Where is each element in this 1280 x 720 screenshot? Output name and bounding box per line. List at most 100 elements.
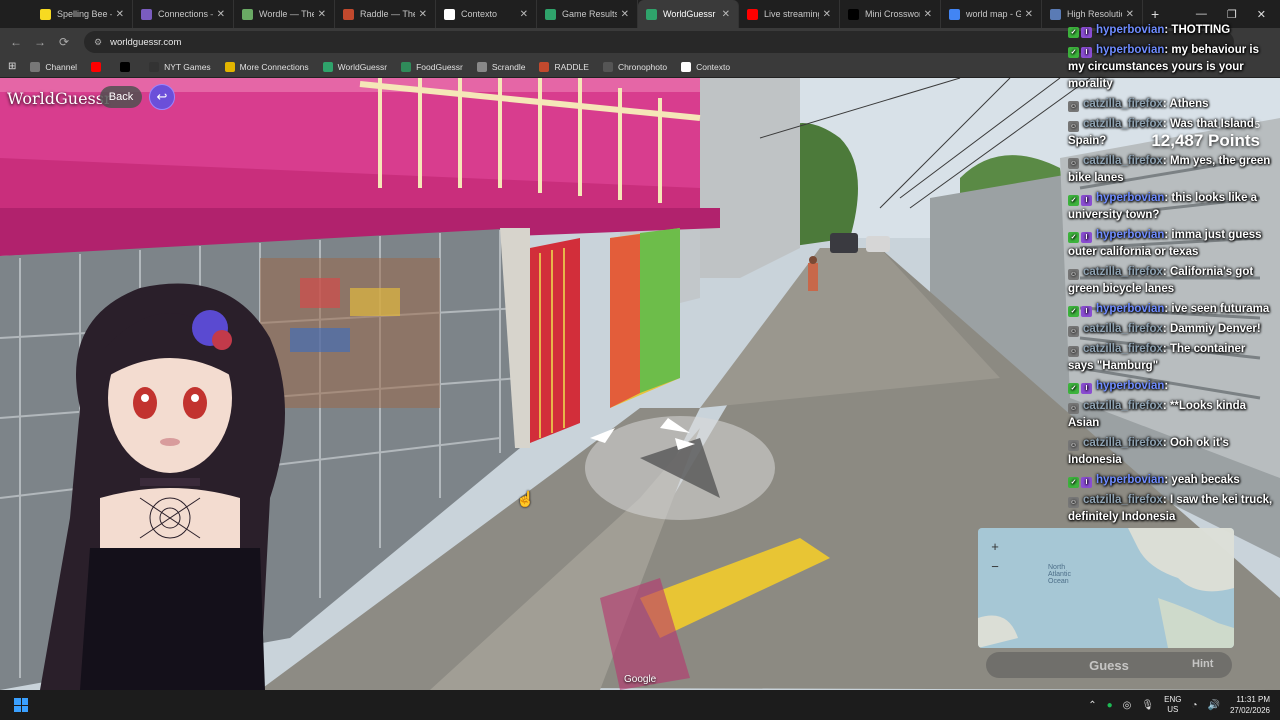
tab-close-icon[interactable]: ✕ <box>318 9 326 20</box>
new-tab-button[interactable]: + <box>1151 6 1159 22</box>
chat-separator: : <box>1162 98 1170 110</box>
chat-username[interactable]: catzilla_firefox <box>1083 494 1163 506</box>
chat-username[interactable]: hyperbovian <box>1096 303 1164 315</box>
taskbar: ⌃ ● ◎ 🎙 ENG US ◔ 🔊 11:31 PM 27/02/2026 <box>0 690 1280 720</box>
bookmark-item[interactable]: Channel <box>30 61 77 72</box>
chat-message: ☺ catzilla_firefox: Athens <box>1068 96 1274 113</box>
tab-close-icon[interactable]: ✕ <box>217 9 225 20</box>
chat-separator: : <box>1162 155 1170 167</box>
worldguessr-logo[interactable]: WorldGuessr <box>7 89 112 108</box>
chat-username[interactable]: catzilla_firefox <box>1083 98 1163 110</box>
site-info-icon[interactable]: ⚙ <box>94 37 102 48</box>
steam-icon[interactable]: ◎ <box>1123 700 1132 711</box>
chat-separator: : <box>1162 437 1170 449</box>
bookmark-item[interactable]: Scrandle <box>476 61 525 72</box>
chat-username[interactable]: catzilla_firefox <box>1083 400 1163 412</box>
chevron-up-icon[interactable]: ⌃ <box>1088 700 1096 711</box>
stream-chat-overlay: ✓ Ihyperbovian: THOTTING ✓ Ihyperbovian: my… <box>1068 22 1274 529</box>
tab-close-icon[interactable]: ✕ <box>419 9 427 20</box>
browser-tab[interactable]: world map - G ✕ <box>941 0 1042 28</box>
chat-message: ☺ catzilla_firefox: **Looks kinda Asian <box>1068 398 1274 432</box>
tab-close-icon[interactable]: ✕ <box>621 9 629 20</box>
hint-button[interactable]: Hint <box>1192 658 1213 670</box>
tab-close-icon[interactable]: ✕ <box>1025 9 1033 20</box>
tab-close-icon[interactable]: ✕ <box>1126 9 1134 20</box>
forward-nav-button[interactable]: → <box>28 35 52 49</box>
chat-username[interactable]: catzilla_firefox <box>1083 323 1163 335</box>
browser-tab[interactable]: Raddle — The ✕ <box>335 0 436 28</box>
bookmark-item[interactable]: RADDLE <box>539 61 589 72</box>
wordle-icon <box>242 8 253 20</box>
browser-tab[interactable]: Mini Crossword ✕ <box>840 0 941 28</box>
chat-message: ☺ catzilla_firefox: Was that Island Spain… <box>1068 116 1274 150</box>
browser-tab[interactable]: Game Results ✕ <box>537 0 638 28</box>
youtube-icon <box>91 61 102 72</box>
browser-tab[interactable]: Contexto ✕ <box>436 0 537 28</box>
chat-username[interactable]: hyperbovian <box>1096 192 1164 204</box>
close-window-button[interactable]: ✕ <box>1257 8 1266 21</box>
wifi-icon[interactable]: ◔ <box>1191 700 1197 711</box>
foodguessr-icon <box>401 61 412 72</box>
contexto-icon <box>681 61 692 72</box>
bookmark-item[interactable]: Contexto <box>681 61 730 72</box>
bookmark-item[interactable]: FoodGuessr <box>401 61 463 72</box>
chat-username[interactable]: catzilla_firefox <box>1083 266 1163 278</box>
spotify-icon[interactable]: ● <box>1107 700 1113 711</box>
chat-username[interactable]: hyperbovian <box>1096 24 1164 36</box>
apps-icon[interactable]: ⊞ <box>8 61 16 72</box>
maximize-button[interactable]: ❐ <box>1227 8 1237 21</box>
browser-tab[interactable]: Wordle — The ✕ <box>234 0 335 28</box>
browser-tab[interactable]: Connections — ✕ <box>133 0 234 28</box>
return-to-start-button[interactable]: ↩ <box>149 84 175 110</box>
chat-message: ☺ catzilla_firefox: Dammiy Denver! <box>1068 321 1274 338</box>
page-icon <box>1050 8 1061 20</box>
chat-username[interactable]: hyperbovian <box>1096 229 1164 241</box>
chat-username[interactable]: hyperbovian <box>1096 44 1164 56</box>
lang-code: ENG <box>1164 695 1182 704</box>
chat-username[interactable]: catzilla_firefox <box>1083 155 1163 167</box>
back-button[interactable]: Back <box>100 86 142 108</box>
chat-username[interactable]: hyperbovian <box>1096 474 1164 486</box>
bookmark-item[interactable]: More Connections <box>224 61 309 72</box>
microphone-icon[interactable]: 🎙 <box>1141 700 1154 711</box>
guess-minimap[interactable]: North Atlantic Ocean <box>978 528 1234 648</box>
browser-tab[interactable]: Live streaming ✕ <box>739 0 840 28</box>
tab-close-icon[interactable]: ✕ <box>116 9 124 20</box>
tab-close-icon[interactable]: ✕ <box>924 9 932 20</box>
mod-badge-icon: ☺ <box>1068 121 1079 132</box>
browser-tab[interactable]: Spelling Bee — ✕ <box>32 0 133 28</box>
tab-close-icon[interactable]: ✕ <box>823 9 831 20</box>
tab-title: Mini Crossword <box>865 9 920 19</box>
chat-username[interactable]: hyperbovian <box>1096 380 1164 392</box>
minimize-button[interactable]: — <box>1196 8 1207 20</box>
input-language[interactable]: ENG US <box>1164 695 1181 715</box>
reload-button[interactable]: ⟳ <box>52 35 76 49</box>
tab-close-icon[interactable]: ✕ <box>722 9 730 20</box>
bookmark-item[interactable]: WorldGuessr <box>322 61 387 72</box>
back-nav-button[interactable]: ← <box>4 35 28 49</box>
address-bar[interactable]: ⚙ worldguessr.com <box>84 31 1234 53</box>
worldguessr-icon <box>646 8 657 20</box>
map-zoom-in-button[interactable]: + <box>986 537 1004 555</box>
bookmark-item[interactable]: Chronophoto <box>602 61 667 72</box>
map-zoom-out-button[interactable]: − <box>986 557 1004 575</box>
volume-icon[interactable]: 🔊 <box>1208 700 1220 711</box>
tab-close-icon[interactable]: ✕ <box>520 9 528 20</box>
chat-username[interactable]: catzilla_firefox <box>1083 343 1163 355</box>
bookmark-item[interactable] <box>120 61 135 72</box>
chat-badges: ✓ I <box>1068 378 1094 395</box>
clock[interactable]: 11:31 PM 27/02/2026 <box>1230 694 1270 716</box>
folder-icon <box>30 61 41 72</box>
chat-message: ☺ catzilla_firefox: The container says "H… <box>1068 341 1274 375</box>
browser-tab[interactable]: WorldGuessr - ✕ <box>638 0 739 28</box>
sub-badge-icon: ✓ <box>1068 195 1079 206</box>
chat-username[interactable]: catzilla_firefox <box>1083 118 1163 130</box>
chat-username[interactable]: catzilla_firefox <box>1083 437 1163 449</box>
bookmark-item[interactable] <box>91 61 106 72</box>
bookmark-item[interactable]: NYT Games <box>149 61 211 72</box>
windows-start-icon[interactable] <box>14 698 28 712</box>
mod-badge-icon: ☺ <box>1068 326 1079 337</box>
tab-title: Connections — <box>158 9 213 19</box>
chat-text: Dammiy Denver! <box>1169 323 1261 335</box>
nyt-icon <box>848 8 859 20</box>
